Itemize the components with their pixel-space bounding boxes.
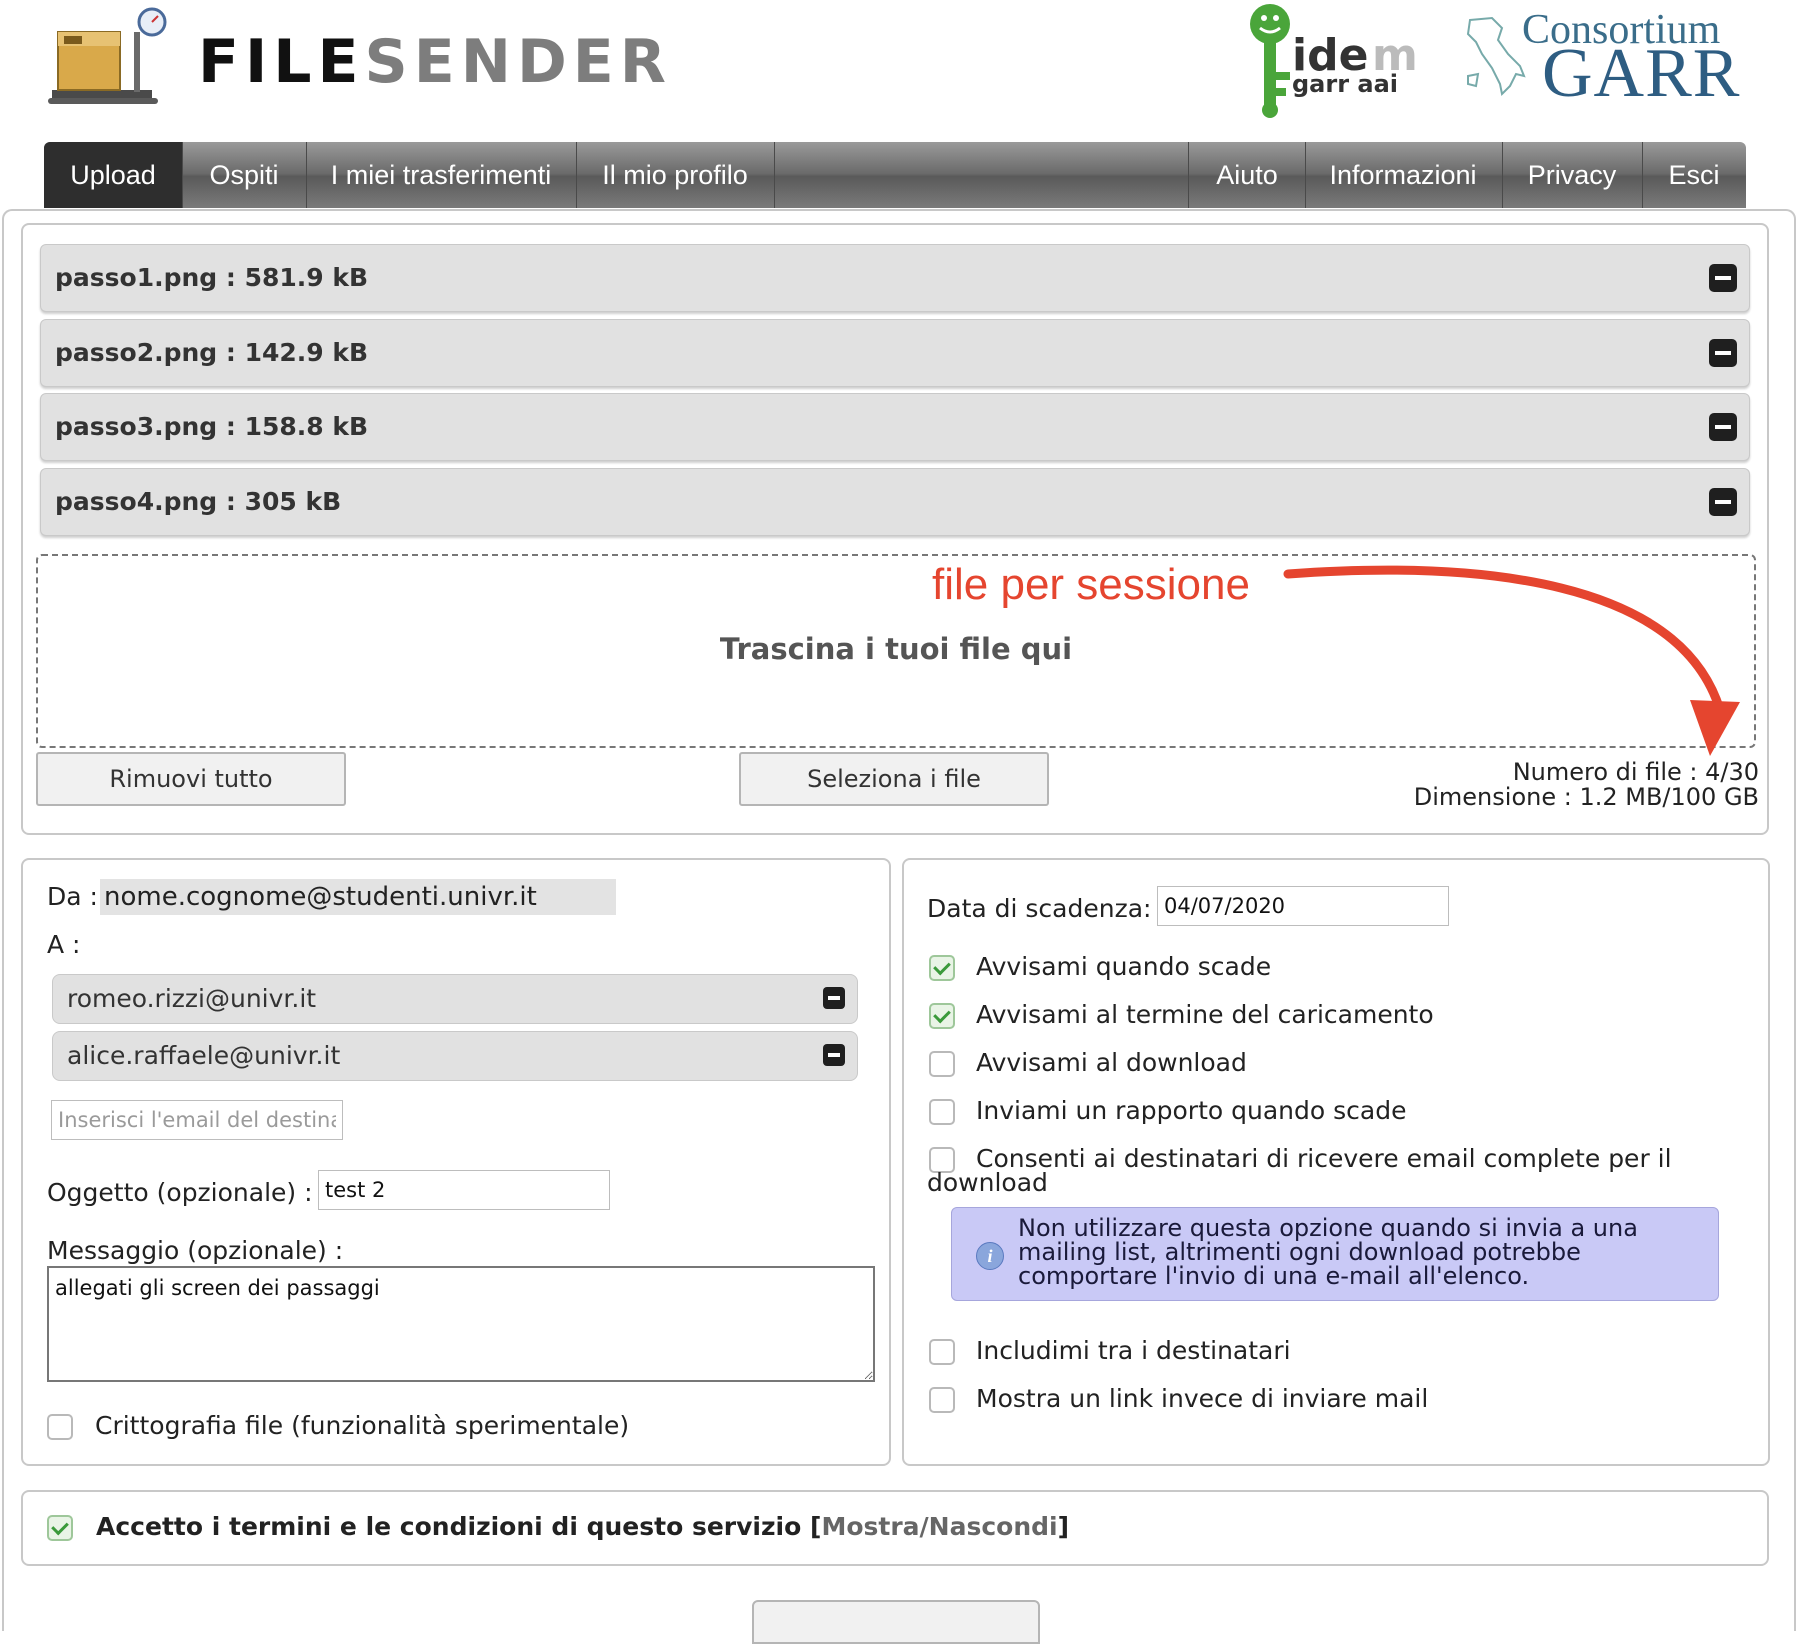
- expiry-date-input[interactable]: [1157, 886, 1449, 926]
- garr-logo: Consortium GARR: [1462, 8, 1742, 110]
- file-label: passo1.png : 581.9 kB: [55, 263, 369, 292]
- terms-checkbox[interactable]: [47, 1515, 73, 1541]
- tab-aiuto[interactable]: Aiuto: [1188, 142, 1306, 208]
- option-label: Mostra un link invece di inviare mail: [976, 1384, 1429, 1413]
- recipient-chip: alice.raffaele@univr.it: [52, 1031, 858, 1081]
- tab-ospiti[interactable]: Ospiti: [182, 142, 307, 208]
- remove-file-icon[interactable]: [1709, 339, 1737, 367]
- garr-logo-line-2: GARR: [1542, 35, 1741, 112]
- recipient-email-input[interactable]: [51, 1100, 343, 1140]
- file-row: passo3.png : 158.8 kB: [40, 393, 1750, 461]
- info-text: Non utilizzare questa opzione quando si …: [1018, 1214, 1638, 1290]
- tab-mio-profilo[interactable]: Il mio profilo: [576, 142, 775, 208]
- svg-text:garr aai: garr aai: [1292, 70, 1398, 98]
- expiry-label: Data di scadenza:: [927, 894, 1152, 923]
- file-label: passo4.png : 305 kB: [55, 487, 342, 516]
- tab-privacy[interactable]: Privacy: [1502, 142, 1643, 208]
- brand-part-2: SENDER: [364, 27, 672, 97]
- option-checkbox-show-link[interactable]: [929, 1387, 955, 1413]
- remove-file-icon[interactable]: [1709, 488, 1737, 516]
- recipient-email: romeo.rizzi@univr.it: [67, 984, 317, 1013]
- remove-all-button[interactable]: Rimuovi tutto: [36, 752, 346, 806]
- encryption-checkbox[interactable]: [47, 1414, 73, 1440]
- file-size-total: Dimensione : 1.2 MB/100 GB: [1413, 783, 1759, 811]
- from-label: Da :: [47, 882, 98, 911]
- option-label: Includimi tra i destinatari: [976, 1336, 1291, 1365]
- app-brand: FILESENDER: [198, 30, 672, 94]
- message-textarea[interactable]: allegati gli screen dei passaggi: [47, 1266, 875, 1382]
- file-row: passo2.png : 142.9 kB: [40, 319, 1750, 387]
- tab-miei-trasferimenti[interactable]: I miei trasferimenti: [306, 142, 577, 208]
- package-scale-icon: [48, 7, 167, 104]
- option-label: Avvisami al download: [976, 1048, 1247, 1077]
- recipient-email: alice.raffaele@univr.it: [67, 1041, 341, 1070]
- file-label: passo2.png : 142.9 kB: [55, 338, 369, 367]
- option-label: Inviami un rapporto quando scade: [976, 1096, 1407, 1125]
- tab-informazioni[interactable]: Informazioni: [1304, 142, 1503, 208]
- option-checkbox-notify-download[interactable]: [929, 1051, 955, 1077]
- terms-bracket-open: [: [810, 1512, 822, 1541]
- tab-esci[interactable]: Esci: [1642, 142, 1746, 208]
- remove-file-icon[interactable]: [1709, 413, 1737, 441]
- terms-label: Accetto i termini e le condizioni di que…: [96, 1512, 802, 1541]
- option-checkbox-notify-upload-complete[interactable]: [929, 1003, 955, 1029]
- send-button[interactable]: [752, 1600, 1040, 1644]
- remove-recipient-icon[interactable]: [823, 987, 845, 1009]
- message-label: Messaggio (opzionale) :: [47, 1236, 344, 1265]
- file-row: passo1.png : 581.9 kB: [40, 244, 1750, 312]
- info-icon: i: [976, 1242, 1004, 1270]
- annotation-text: file per sessione: [932, 560, 1250, 609]
- file-count: Numero di file : 4/30: [1512, 758, 1759, 786]
- to-label: A :: [47, 930, 81, 959]
- option-label-continued: download: [927, 1168, 1048, 1197]
- terms-toggle-link[interactable]: Mostra/Nascondi: [821, 1512, 1057, 1541]
- recipient-chip: romeo.rizzi@univr.it: [52, 974, 858, 1024]
- from-value: nome.cognome@studenti.univr.it: [100, 879, 616, 915]
- option-label: Avvisami al termine del caricamento: [976, 1000, 1434, 1029]
- subject-input[interactable]: [318, 1170, 610, 1210]
- option-label: Avvisami quando scade: [976, 952, 1272, 981]
- file-row: passo4.png : 305 kB: [40, 468, 1750, 536]
- select-files-button[interactable]: Seleziona i file: [739, 752, 1049, 806]
- info-callout: i Non utilizzare questa opzione quando s…: [951, 1207, 1719, 1301]
- option-label: Consenti ai destinatari di ricevere emai…: [976, 1144, 1672, 1173]
- subject-label: Oggetto (opzionale) :: [47, 1178, 313, 1207]
- idem-logo: ide m garr aai: [1250, 4, 1418, 118]
- brand-part-1: FILE: [198, 27, 365, 97]
- encryption-label: Crittografia file (funzionalità sperimen…: [95, 1411, 630, 1440]
- upload-stats: Numero di file : 4/30 Dimensione : 1.2 M…: [1414, 760, 1759, 810]
- annotation-arrow-icon: [1283, 565, 1740, 756]
- main-nav: Upload Ospiti I miei trasferimenti Il mi…: [44, 142, 1746, 208]
- remove-file-icon[interactable]: [1709, 264, 1737, 292]
- remove-recipient-icon[interactable]: [823, 1044, 845, 1066]
- terms-text: Accetto i termini e le condizioni di que…: [96, 1512, 1069, 1541]
- option-checkbox-notify-expire[interactable]: [929, 955, 955, 981]
- tab-upload[interactable]: Upload: [44, 142, 183, 208]
- terms-bracket-close: ]: [1057, 1512, 1070, 1541]
- option-checkbox-include-me[interactable]: [929, 1339, 955, 1365]
- file-label: passo3.png : 158.8 kB: [55, 412, 369, 441]
- option-checkbox-report-expire[interactable]: [929, 1099, 955, 1125]
